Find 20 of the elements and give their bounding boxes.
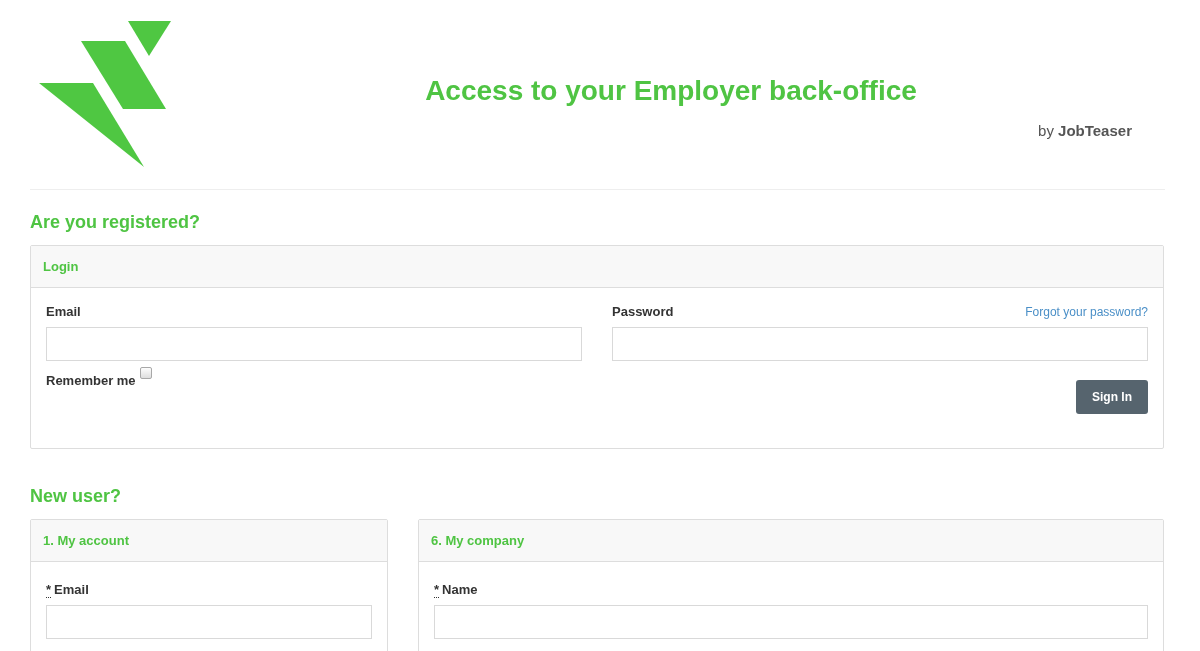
- panel-title: 6. My company: [431, 531, 525, 550]
- panel-title: Login: [43, 257, 79, 276]
- field-label: Email: [46, 303, 82, 321]
- section-heading: Are you registered?: [30, 211, 202, 233]
- section-heading: New user?: [30, 485, 123, 507]
- input-field[interactable]: [434, 605, 1148, 639]
- panel-title: 1. My account: [43, 531, 129, 550]
- page-title: Access to your Employer back-office: [425, 76, 917, 106]
- input-field[interactable]: [46, 605, 372, 639]
- checkbox[interactable]: [139, 367, 152, 379]
- field-label: * Email: [46, 581, 90, 599]
- checkbox-label: Remember me: [46, 372, 136, 390]
- logo-icon: [38, 20, 172, 167]
- byline: by JobTeaser: [1038, 121, 1132, 141]
- input-field[interactable]: [612, 327, 1148, 361]
- sign-in-button[interactable]: Sign In: [1076, 380, 1148, 414]
- forgot-password-link[interactable]: Forgot your password?: [1025, 303, 1148, 321]
- field-label: Password: [612, 303, 674, 321]
- field-label: * Name: [434, 581, 479, 599]
- input-field[interactable]: [46, 327, 582, 361]
